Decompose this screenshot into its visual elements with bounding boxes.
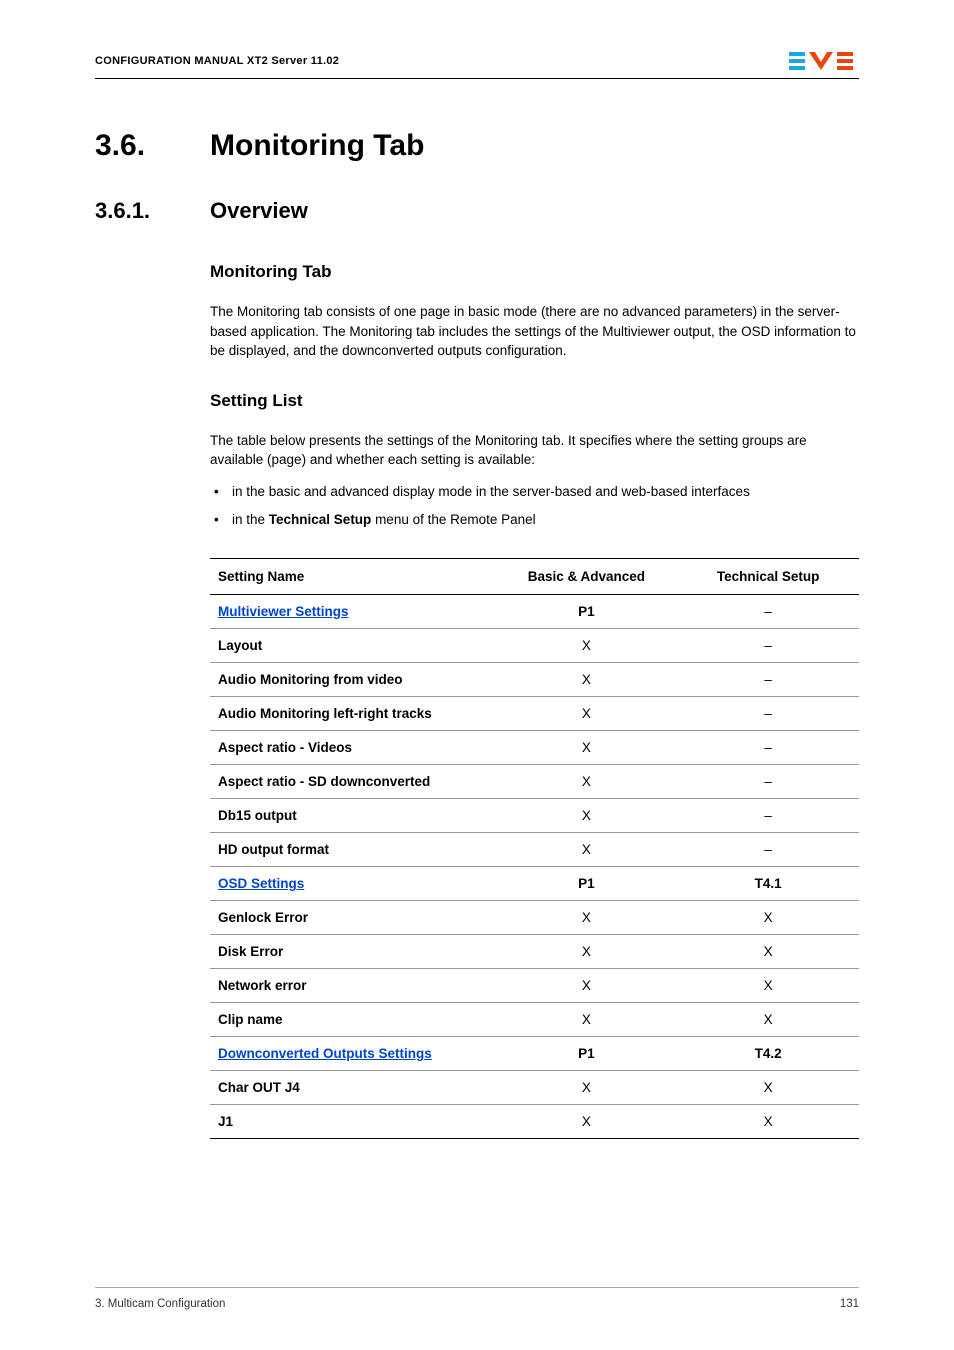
table-cell-setting-name[interactable]: OSD Settings xyxy=(210,867,496,901)
content-area: Monitoring Tab The Monitoring tab consis… xyxy=(210,262,859,1139)
table-cell-technical-setup: X xyxy=(677,1105,859,1139)
table-cell-basic-advanced: X xyxy=(496,1105,678,1139)
table-row: Genlock ErrorXX xyxy=(210,901,859,935)
table-cell-setting-name: Clip name xyxy=(210,1003,496,1037)
bullet-text-bold: Technical Setup xyxy=(269,512,372,527)
header-title: CONFIGURATION MANUAL XT2 Server 11.02 xyxy=(95,55,339,67)
subsection-title: 3.6.1. Overview xyxy=(95,198,859,224)
bullet-item: in the Technical Setup menu of the Remot… xyxy=(210,510,859,530)
paragraph-setting-list-desc: The table below presents the settings of… xyxy=(210,431,859,470)
table-cell-technical-setup: T4.2 xyxy=(677,1037,859,1071)
table-cell-basic-advanced: X xyxy=(496,663,678,697)
table-cell-basic-advanced: X xyxy=(496,629,678,663)
table-cell-technical-setup: – xyxy=(677,663,859,697)
table-cell-setting-name: Audio Monitoring from video xyxy=(210,663,496,697)
table-cell-setting-name: Aspect ratio - SD downconverted xyxy=(210,765,496,799)
table-row: Downconverted Outputs Settings P1T4.2 xyxy=(210,1037,859,1071)
table-cell-setting-name: J1 xyxy=(210,1105,496,1139)
table-cell-technical-setup: X xyxy=(677,935,859,969)
table-cell-setting-name: HD output format xyxy=(210,833,496,867)
bullet-list: in the basic and advanced display mode i… xyxy=(210,482,859,531)
table-row: Disk ErrorXX xyxy=(210,935,859,969)
table-row: HD output formatX– xyxy=(210,833,859,867)
table-cell-basic-advanced: X xyxy=(496,901,678,935)
bullet-text-post: menu of the Remote Panel xyxy=(371,512,535,527)
table-cell-setting-name: Char OUT J4 xyxy=(210,1071,496,1105)
table-cell-technical-setup: – xyxy=(677,595,859,629)
table-cell-technical-setup: – xyxy=(677,731,859,765)
table-link[interactable]: Multiviewer Settings xyxy=(218,604,349,619)
table-link[interactable]: Downconverted Outputs Settings xyxy=(218,1046,432,1061)
table-cell-setting-name: Disk Error xyxy=(210,935,496,969)
bullet-text-pre: in the xyxy=(232,512,269,527)
table-row: Char OUT J4XX xyxy=(210,1071,859,1105)
table-header-row: Setting Name Basic & Advanced Technical … xyxy=(210,559,859,595)
table-cell-basic-advanced: X xyxy=(496,1071,678,1105)
settings-table: Setting Name Basic & Advanced Technical … xyxy=(210,558,859,1139)
section-title: 3.6. Monitoring Tab xyxy=(95,129,859,163)
page-footer: 3. Multicam Configuration 131 xyxy=(95,1287,859,1310)
table-cell-technical-setup: X xyxy=(677,901,859,935)
section-number: 3.6. xyxy=(95,129,210,163)
table-cell-technical-setup: – xyxy=(677,833,859,867)
table-cell-technical-setup: – xyxy=(677,697,859,731)
table-cell-basic-advanced: X xyxy=(496,969,678,1003)
table-cell-technical-setup: – xyxy=(677,765,859,799)
table-cell-technical-setup: X xyxy=(677,1003,859,1037)
table-cell-basic-advanced: X xyxy=(496,697,678,731)
page-header: CONFIGURATION MANUAL XT2 Server 11.02 xyxy=(95,50,859,79)
table-header-technical-setup: Technical Setup xyxy=(677,559,859,595)
table-link[interactable]: OSD Settings xyxy=(218,876,304,891)
table-cell-setting-name: Network error xyxy=(210,969,496,1003)
table-row: Network errorXX xyxy=(210,969,859,1003)
table-row: Audio Monitoring left-right tracksX– xyxy=(210,697,859,731)
table-cell-basic-advanced: X xyxy=(496,833,678,867)
table-row: Clip nameXX xyxy=(210,1003,859,1037)
table-cell-setting-name: Aspect ratio - Videos xyxy=(210,731,496,765)
table-cell-technical-setup: T4.1 xyxy=(677,867,859,901)
table-cell-setting-name[interactable]: Downconverted Outputs Settings xyxy=(210,1037,496,1071)
table-cell-basic-advanced: P1 xyxy=(496,867,678,901)
table-row: J1XX xyxy=(210,1105,859,1139)
table-cell-basic-advanced: X xyxy=(496,799,678,833)
evs-logo xyxy=(789,50,859,72)
table-header-basic-advanced: Basic & Advanced xyxy=(496,559,678,595)
table-cell-technical-setup: – xyxy=(677,629,859,663)
table-row: Aspect ratio - SD downconvertedX– xyxy=(210,765,859,799)
table-row: Audio Monitoring from videoX– xyxy=(210,663,859,697)
table-cell-technical-setup: – xyxy=(677,799,859,833)
table-header-setting-name: Setting Name xyxy=(210,559,496,595)
table-row: OSD Settings P1T4.1 xyxy=(210,867,859,901)
table-cell-setting-name: Db15 output xyxy=(210,799,496,833)
table-cell-technical-setup: X xyxy=(677,969,859,1003)
table-row: Db15 outputX– xyxy=(210,799,859,833)
table-cell-setting-name: Genlock Error xyxy=(210,901,496,935)
table-cell-basic-advanced: X xyxy=(496,935,678,969)
heading-monitoring-tab: Monitoring Tab xyxy=(210,262,859,282)
subsection-number: 3.6.1. xyxy=(95,198,210,224)
table-cell-basic-advanced: P1 xyxy=(496,595,678,629)
heading-setting-list: Setting List xyxy=(210,391,859,411)
paragraph-monitoring-desc: The Monitoring tab consists of one page … xyxy=(210,302,859,361)
footer-section-name: 3. Multicam Configuration xyxy=(95,1298,225,1310)
bullet-item: in the basic and advanced display mode i… xyxy=(210,482,859,502)
table-cell-setting-name: Layout xyxy=(210,629,496,663)
table-cell-basic-advanced: P1 xyxy=(496,1037,678,1071)
table-cell-basic-advanced: X xyxy=(496,1003,678,1037)
table-row: Multiviewer Settings P1– xyxy=(210,595,859,629)
table-cell-basic-advanced: X xyxy=(496,765,678,799)
table-cell-technical-setup: X xyxy=(677,1071,859,1105)
section-heading: Monitoring Tab xyxy=(210,129,424,163)
footer-page-number: 131 xyxy=(840,1298,859,1310)
table-cell-basic-advanced: X xyxy=(496,731,678,765)
subsection-heading: Overview xyxy=(210,198,308,224)
table-cell-setting-name[interactable]: Multiviewer Settings xyxy=(210,595,496,629)
table-row: Aspect ratio - VideosX– xyxy=(210,731,859,765)
table-cell-setting-name: Audio Monitoring left-right tracks xyxy=(210,697,496,731)
table-row: LayoutX– xyxy=(210,629,859,663)
